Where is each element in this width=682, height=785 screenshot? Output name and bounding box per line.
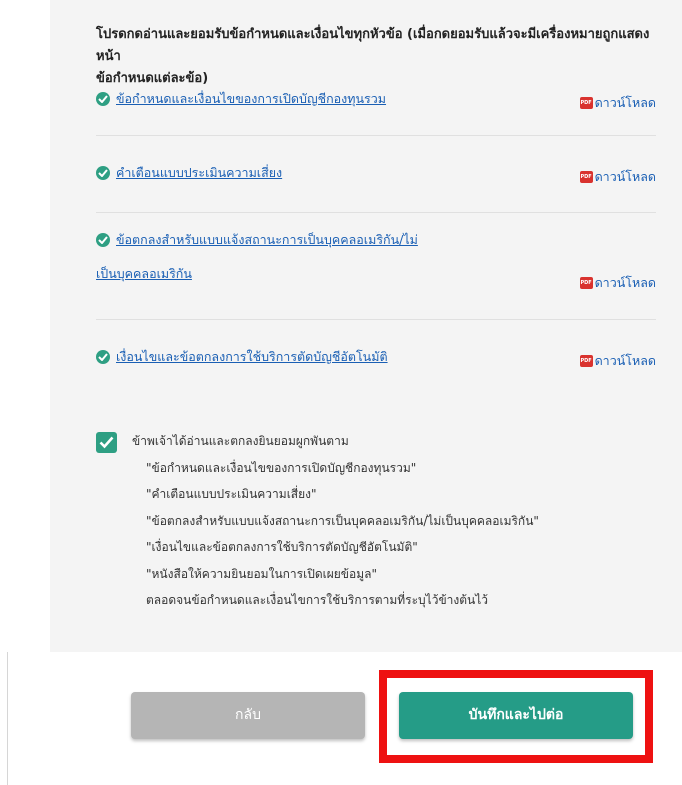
- pdf-icon: PDF: [579, 171, 593, 183]
- terms-instructions: โปรดกดอ่านและยอมรับข้อกำหนดและเงื่อนไขทุ…: [96, 24, 656, 90]
- download-link[interactable]: PDF ดาวน์โหลด: [579, 167, 656, 187]
- check-circle-icon: [96, 166, 110, 180]
- consent-line: ตลอดจนข้อกำหนดและเงื่อนไขการใช้บริการตาม…: [146, 593, 489, 607]
- download-link[interactable]: PDF ดาวน์โหลด: [579, 273, 656, 293]
- document-link[interactable]: เงื่อนไขและข้อตกลงการใช้บริการตัดบัญชีอั…: [116, 346, 388, 368]
- instructions-line-1: โปรดกดอ่านและยอมรับข้อกำหนดและเงื่อนไขทุ…: [96, 27, 650, 64]
- check-circle-icon: [96, 350, 110, 364]
- consent-text: ข้าพเจ้าได้อ่านและตกลงยินยอมผูกพันตาม "ข…: [132, 428, 652, 614]
- document-row: เงื่อนไขและข้อตกลงการใช้บริการตัดบัญชีอั…: [96, 320, 656, 400]
- document-row: ข้อตกลงสำหรับแบบแจ้งสถานะการเป็นบุคคลอเม…: [96, 213, 656, 320]
- document-row: คำเตือนแบบประเมินความเสี่ยง PDF ดาวน์โหล…: [96, 136, 656, 213]
- download-label: ดาวน์โหลด: [594, 353, 656, 368]
- document-link[interactable]: ข้อตกลงสำหรับแบบแจ้งสถานะการเป็นบุคคลอเม…: [96, 229, 418, 285]
- check-circle-icon: [96, 92, 110, 106]
- pdf-icon: PDF: [579, 277, 593, 289]
- document-link-line-1: ข้อตกลงสำหรับแบบแจ้งสถานะการเป็นบุคคลอเม…: [116, 232, 418, 247]
- consent-line: "เงื่อนไขและข้อตกลงการใช้บริการตัดบัญชีอ…: [146, 540, 418, 554]
- consent-line: "หนังสือให้ความยินยอมในการเปิดเผยข้อมูล": [146, 566, 377, 581]
- pdf-icon: PDF: [579, 97, 593, 109]
- consent-checkbox[interactable]: [96, 432, 117, 453]
- save-and-continue-button[interactable]: บันทึกและไปต่อ: [399, 692, 633, 739]
- consent-line: ข้าพเจ้าได้อ่านและตกลงยินยอมผูกพันตาม: [132, 434, 349, 448]
- document-link[interactable]: คำเตือนแบบประเมินความเสี่ยง: [116, 162, 282, 184]
- document-link-line-2: เป็นบุคคลอเมริกัน: [96, 266, 192, 281]
- check-circle-icon: [96, 233, 110, 247]
- pdf-icon: PDF: [579, 355, 593, 367]
- document-row: ข้อกำหนดและเงื่อนไขของการเปิดบัญชีกองทุน…: [96, 82, 656, 136]
- back-button[interactable]: กลับ: [131, 692, 365, 739]
- download-link[interactable]: PDF ดาวน์โหลด: [579, 93, 656, 113]
- download-label: ดาวน์โหลด: [594, 169, 656, 184]
- download-label: ดาวน์โหลด: [594, 275, 656, 290]
- download-link[interactable]: PDF ดาวน์โหลด: [579, 351, 656, 371]
- document-link[interactable]: ข้อกำหนดและเงื่อนไขของการเปิดบัญชีกองทุน…: [116, 88, 386, 110]
- download-label: ดาวน์โหลด: [594, 95, 656, 110]
- consent-line: "คำเตือนแบบประเมินความเสี่ยง": [146, 487, 317, 501]
- consent-line: "ข้อกำหนดและเงื่อนไขของการเปิดบัญชีกองทุ…: [146, 460, 417, 475]
- terms-card: โปรดกดอ่านและยอมรับข้อกำหนดและเงื่อนไขทุ…: [50, 0, 682, 652]
- terms-page: โปรดกดอ่านและยอมรับข้อกำหนดและเงื่อนไขทุ…: [0, 0, 682, 785]
- consent-line: "ข้อตกลงสำหรับแบบแจ้งสถานะการเป็นบุคคลอเ…: [146, 513, 539, 528]
- divider: [7, 652, 8, 785]
